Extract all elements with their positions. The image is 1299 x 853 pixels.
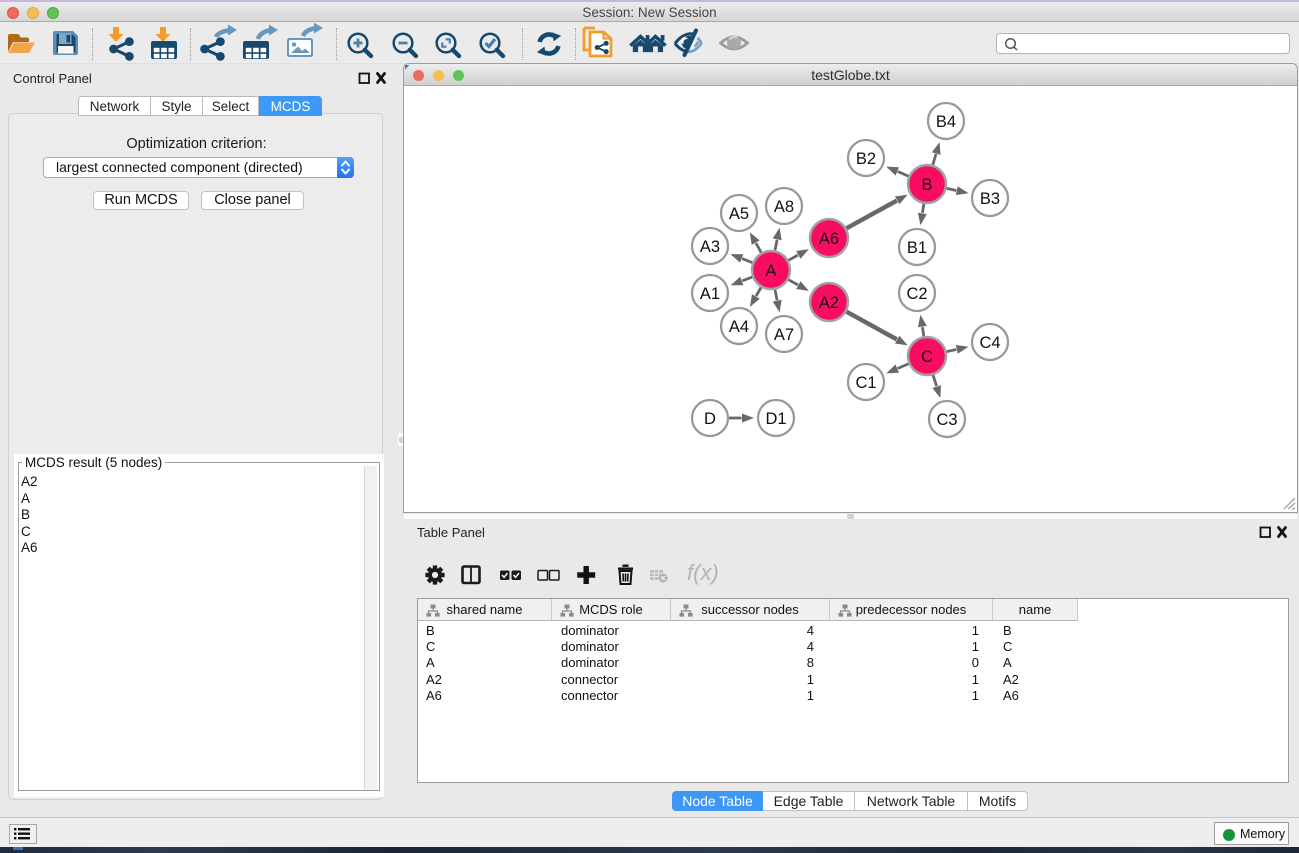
- svg-text:A7: A7: [774, 326, 794, 344]
- svg-text:A8: A8: [774, 198, 794, 216]
- svg-text:C2: C2: [906, 285, 927, 303]
- svg-text:B1: B1: [907, 239, 927, 257]
- svg-text:C4: C4: [979, 334, 1000, 352]
- svg-text:A6: A6: [819, 230, 839, 248]
- svg-text:A4: A4: [729, 318, 749, 336]
- svg-text:A2: A2: [819, 294, 839, 312]
- svg-text:A5: A5: [729, 205, 749, 223]
- svg-text:C3: C3: [936, 411, 957, 429]
- svg-text:C1: C1: [855, 374, 876, 392]
- svg-text:B4: B4: [936, 113, 956, 131]
- svg-text:D: D: [704, 410, 716, 428]
- svg-text:A3: A3: [700, 238, 720, 256]
- svg-text:B: B: [921, 176, 932, 194]
- svg-text:f(x): f(x): [687, 560, 719, 585]
- svg-text:C: C: [921, 348, 933, 366]
- svg-text:D1: D1: [765, 410, 786, 428]
- svg-text:B3: B3: [980, 190, 1000, 208]
- svg-text:A1: A1: [700, 285, 720, 303]
- svg-text:A: A: [765, 262, 776, 280]
- svg-text:B2: B2: [856, 150, 876, 168]
